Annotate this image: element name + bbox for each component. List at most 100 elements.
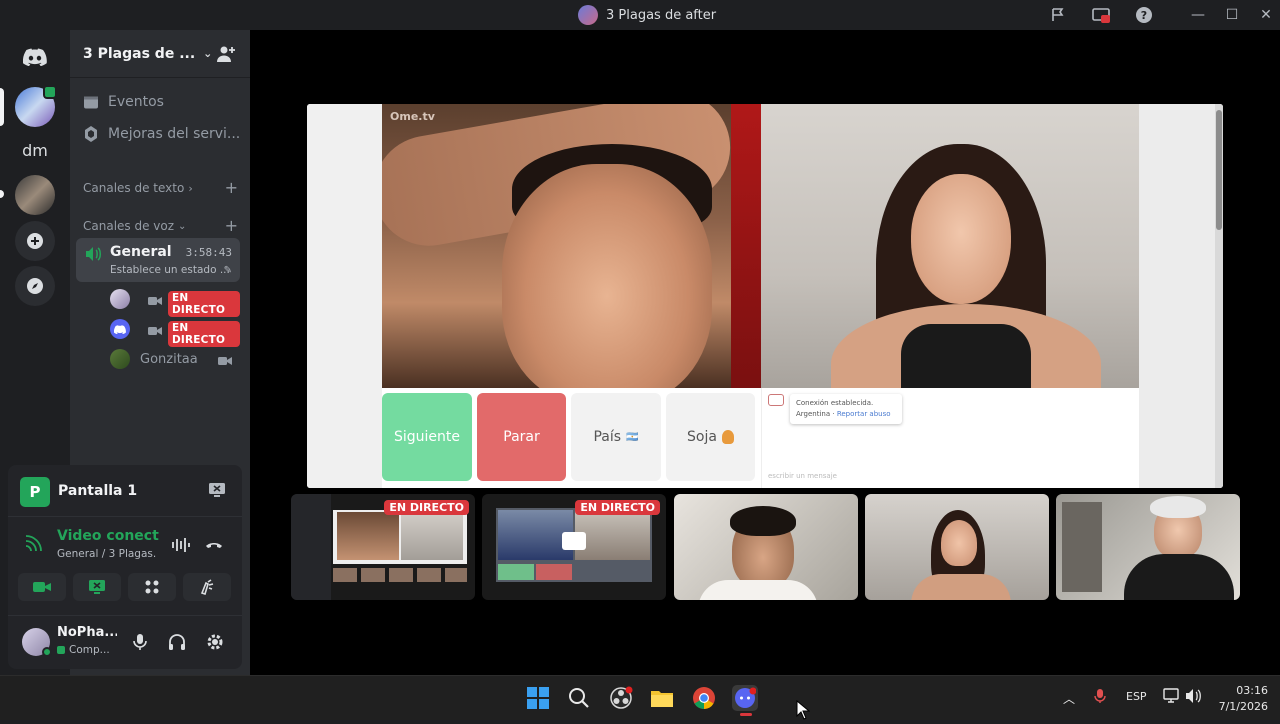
sidebar-item-label: Mejoras del servi... [108, 126, 241, 142]
category-text-channels[interactable]: Canales de texto › [83, 181, 193, 195]
tray-overflow-icon[interactable]: ︿ [1063, 690, 1075, 707]
server-dm[interactable]: dm [15, 130, 55, 170]
category-voice-channels[interactable]: Canales de voz ⌄ [83, 219, 186, 233]
svg-text:?: ? [1141, 9, 1147, 22]
discord-home-icon[interactable] [15, 37, 55, 77]
live-badge: EN DIRECTO [168, 321, 240, 347]
focused-stream[interactable]: Ome.tv Siguiente Parar País 🇦🇷 Soja Cone… [307, 104, 1223, 488]
username[interactable]: NoPha... [57, 625, 117, 640]
ometv-logo: Ome.tv [390, 110, 435, 123]
guild-header[interactable]: 3 Plagas de ... ⌄ [70, 30, 250, 78]
language-indicator[interactable]: ESP [1126, 690, 1147, 703]
argentina-flag-icon: 🇦🇷 [626, 431, 639, 443]
voice-channel-name: General [110, 244, 172, 260]
voice-user-2[interactable]: EN DIRECTO [110, 317, 240, 347]
voice-user-3[interactable]: Gonzitaa [110, 347, 240, 371]
sidebar-item-events[interactable]: Eventos [82, 88, 164, 116]
connection-message: Conexión establecida. [796, 399, 874, 407]
stop-stream-icon[interactable] [208, 482, 226, 500]
search-icon[interactable] [566, 685, 592, 711]
shirt-shape [698, 580, 818, 600]
title-bar: 3 Plagas de after ? — ☐ ✕ [0, 0, 1280, 30]
soundboard-button[interactable] [183, 573, 231, 601]
microphone-in-use-icon[interactable] [1094, 688, 1106, 707]
discord-taskbar-icon[interactable] [732, 685, 758, 716]
stream-thumbnail-1[interactable]: EN DIRECTO [291, 494, 475, 600]
screen-share-icon[interactable] [1092, 6, 1110, 24]
obs-icon[interactable] [608, 685, 634, 711]
screen-share-button[interactable] [73, 573, 121, 601]
chevron-down-icon: ⌄ [203, 47, 213, 60]
stop-button[interactable]: Parar [477, 393, 566, 481]
game-icon [57, 646, 65, 654]
stream-thumbnail-2[interactable]: EN DIRECTO [482, 494, 666, 600]
online-status-dot [42, 647, 52, 657]
country-text: Argentina · [796, 410, 837, 419]
add-voice-channel-icon[interactable]: + [225, 216, 238, 235]
system-message: Conexión establecida. Argentina · Report… [790, 394, 902, 425]
ometv-small-icon [768, 394, 784, 406]
microphone-icon[interactable] [130, 632, 150, 652]
add-server-icon[interactable] [15, 221, 55, 261]
camera-button[interactable] [18, 573, 66, 601]
stream-stage: Ome.tv Siguiente Parar País 🇦🇷 Soja Cone… [250, 30, 1280, 675]
gender-button[interactable]: Soja [666, 393, 755, 481]
server-icon-3-plagas[interactable] [15, 85, 57, 127]
windows-start-icon[interactable] [525, 685, 551, 711]
voice-location[interactable]: General / 3 Plagas... [57, 548, 157, 560]
signal-icon[interactable] [24, 535, 42, 553]
next-button[interactable]: Siguiente [382, 393, 472, 481]
discover-icon[interactable] [15, 266, 55, 306]
guild-name: 3 Plagas de ... [83, 45, 196, 62]
disconnect-icon[interactable] [204, 535, 224, 555]
thumb-cam-b [575, 510, 650, 560]
sidebar-item-boosts[interactable]: Mejoras del servi... [82, 120, 240, 148]
activities-button[interactable] [128, 573, 176, 601]
flag-icon[interactable] [1049, 6, 1067, 24]
volume-icon[interactable] [1185, 688, 1203, 707]
system-clock[interactable]: 03:16 7/1/2026 [1212, 683, 1268, 715]
voice-user-name: Gonzitaa [140, 351, 198, 367]
voice-connection: Video conectado General / 3 Plagas... [8, 521, 242, 567]
taskbar: ︿ ESP 03:16 7/1/2026 [0, 675, 1280, 720]
stream-scrollbar[interactable] [1215, 104, 1223, 488]
voice-user-1[interactable]: EN DIRECTO [110, 287, 240, 317]
network-icon[interactable] [1163, 688, 1181, 707]
thumb-cam-a [337, 512, 399, 560]
country-button[interactable]: País 🇦🇷 [571, 393, 661, 481]
avatar [110, 349, 130, 369]
camera-icon [218, 352, 232, 366]
camera-thumbnail-2[interactable] [865, 494, 1049, 600]
maximize-button[interactable]: ☐ [1222, 5, 1242, 25]
live-indicator-icon [43, 85, 57, 99]
screen-badge: P [20, 477, 50, 507]
report-abuse-link[interactable]: Reportar abuso [837, 410, 891, 418]
chat-input[interactable]: escribir un mensaje [768, 472, 837, 480]
shoulder-shape [911, 574, 1011, 600]
close-button[interactable]: ✕ [1256, 5, 1276, 25]
minimize-button[interactable]: — [1188, 5, 1208, 25]
voice-channel-general[interactable]: General 3:58:43 Establece un estado ... … [76, 238, 240, 282]
help-icon[interactable]: ? [1135, 6, 1153, 24]
scroll-thumb[interactable] [1216, 110, 1222, 230]
camera-icon [148, 322, 162, 336]
chrome-icon[interactable] [691, 685, 717, 711]
noise-suppression-icon[interactable] [170, 535, 190, 555]
door-shape [1062, 502, 1102, 592]
active-indicator [740, 713, 752, 716]
voice-status-text[interactable]: Establece un estado ... [110, 264, 230, 276]
invite-user-icon[interactable] [216, 44, 236, 64]
add-text-channel-icon[interactable]: + [225, 178, 238, 197]
pencil-icon[interactable]: ✎ [224, 265, 232, 276]
server-icon-2[interactable] [15, 175, 55, 215]
camera-thumbnail-1[interactable] [674, 494, 858, 600]
face-shape [941, 520, 977, 566]
gender-label: Soja [687, 429, 717, 445]
headphones-icon[interactable] [167, 632, 187, 652]
category-label: Canales de texto [83, 181, 185, 195]
file-explorer-icon[interactable] [649, 685, 675, 711]
settings-gear-icon[interactable] [205, 632, 225, 652]
selected-server-pill [0, 88, 4, 126]
camera-thumbnail-3[interactable] [1056, 494, 1240, 600]
screen-icon [562, 532, 586, 550]
